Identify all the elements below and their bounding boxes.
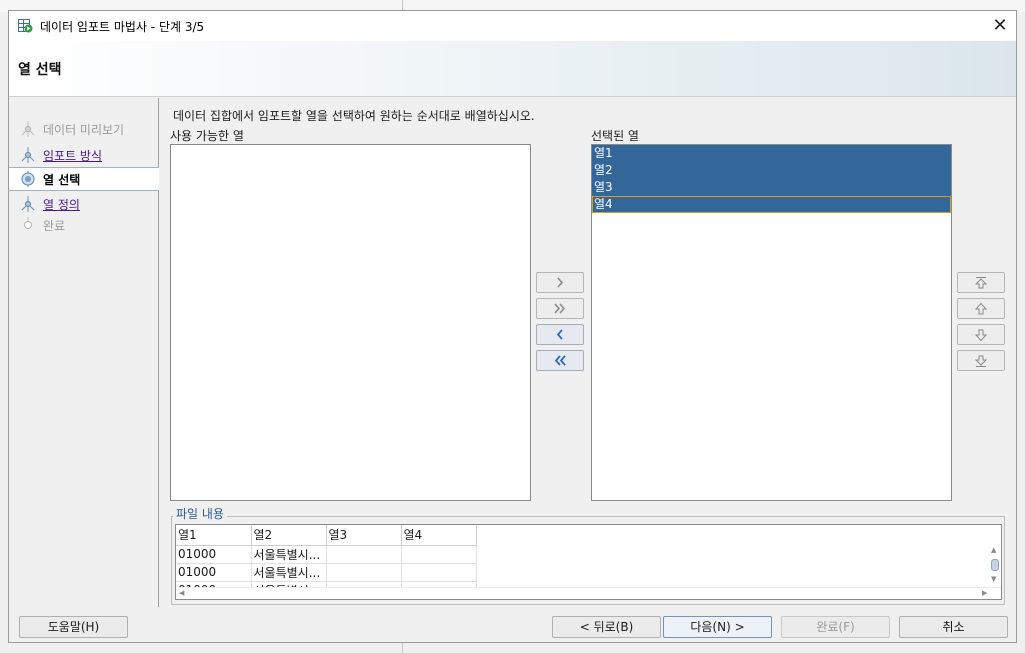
- table-cell: 서울특별시...: [251, 545, 327, 564]
- finish-button: 완료(F): [781, 616, 890, 638]
- move-bottom-button[interactable]: [957, 350, 1005, 371]
- file-content-legend: 파일 내용: [173, 505, 227, 522]
- move-down-button[interactable]: [957, 324, 1005, 345]
- step-column-select: 열 선택: [9, 167, 159, 191]
- scroll-down-icon[interactable]: ▼: [991, 575, 996, 583]
- back-button[interactable]: < 뒤로(B): [552, 616, 661, 638]
- list-item[interactable]: 열1: [592, 145, 951, 162]
- arrow-up-icon: [974, 302, 988, 315]
- scroll-up-icon[interactable]: ▲: [991, 546, 996, 554]
- background-line: [402, 643, 403, 653]
- column-header[interactable]: 열1: [176, 525, 252, 546]
- step-label[interactable]: 열 정의: [43, 196, 80, 213]
- chevron-left-icon: [556, 329, 563, 340]
- available-columns-label: 사용 가능한 열: [170, 129, 244, 143]
- add-button[interactable]: [536, 272, 584, 293]
- arrow-down-icon: [974, 329, 988, 342]
- background-line: [402, 0, 403, 10]
- close-button[interactable]: ✕: [985, 13, 1015, 39]
- step-data-preview: 데이터 미리보기: [9, 118, 159, 140]
- step-navigation: 데이터 미리보기 임포트 방식 열 선택 열 정의 완료: [9, 98, 159, 607]
- chevron-right-icon: [557, 277, 564, 288]
- step-label: 열 선택: [43, 173, 81, 187]
- table-cell: [326, 563, 402, 582]
- scroll-right-icon[interactable]: ▶: [982, 589, 987, 597]
- step-label: 완료: [43, 219, 66, 233]
- selected-columns-label: 선택된 열: [591, 129, 639, 143]
- step-import-method[interactable]: 임포트 방식: [9, 144, 159, 166]
- column-header[interactable]: 열2: [251, 525, 327, 546]
- file-content-grid[interactable]: 열1 열2 열3 열4 01000 서울특별시... 01000 서울특별시..…: [175, 524, 1002, 600]
- table-cell: [401, 545, 477, 564]
- scroll-left-icon[interactable]: ◀: [179, 589, 184, 597]
- available-columns-list[interactable]: [170, 144, 531, 501]
- import-wizard-icon: [18, 19, 33, 33]
- next-button[interactable]: 다음(N) >: [663, 616, 772, 638]
- remove-all-button[interactable]: [536, 350, 584, 371]
- step-visited-icon: [21, 196, 35, 212]
- move-top-button[interactable]: [957, 272, 1005, 293]
- move-up-button[interactable]: [957, 298, 1005, 319]
- table-cell: 서울특별시...: [251, 563, 327, 582]
- horizontal-scrollbar[interactable]: ◀ ▶: [176, 587, 1001, 599]
- table-cell: [326, 545, 402, 564]
- step-label: 데이터 미리보기: [43, 123, 125, 137]
- vertical-scrollbar[interactable]: ▲ ▼: [988, 545, 1001, 587]
- selected-columns-list[interactable]: 열1 열2 열3 열4: [591, 144, 952, 501]
- column-header[interactable]: 열4: [401, 525, 477, 546]
- wizard-window: 데이터 임포트 마법사 - 단계 3/5 ✕ 열 선택 데이터 미리보기 임포트…: [8, 10, 1017, 643]
- add-all-button[interactable]: [536, 298, 584, 319]
- close-icon: ✕: [992, 15, 1008, 36]
- window-title: 데이터 임포트 마법사 - 단계 3/5: [40, 20, 205, 34]
- instruction-text: 데이터 집합에서 임포트할 열을 선택하여 원하는 순서대로 배열하십시오.: [173, 109, 535, 123]
- list-item[interactable]: 열3: [592, 179, 951, 196]
- page-title: 열 선택: [18, 62, 62, 78]
- step-finish: 완료: [9, 214, 159, 236]
- scroll-thumb[interactable]: [991, 559, 999, 571]
- step-label[interactable]: 임포트 방식: [43, 147, 102, 164]
- step-current-icon: [21, 171, 35, 187]
- double-chevron-left-icon: [554, 355, 566, 366]
- arrow-top-icon: [974, 277, 988, 289]
- list-item[interactable]: 열2: [592, 162, 951, 179]
- arrow-bottom-icon: [974, 355, 988, 367]
- step-visited-icon: [21, 147, 35, 163]
- title-bar: 데이터 임포트 마법사 - 단계 3/5 ✕: [9, 11, 1016, 41]
- table-cell: [401, 563, 477, 582]
- page-header: 열 선택: [9, 41, 1016, 97]
- cancel-button[interactable]: 취소: [899, 616, 1008, 638]
- step-column-define[interactable]: 열 정의: [9, 193, 159, 215]
- step-pending-icon: [24, 217, 32, 229]
- list-item[interactable]: 열4: [592, 196, 951, 213]
- remove-button[interactable]: [536, 324, 584, 345]
- table-cell: 01000: [176, 563, 252, 582]
- step-done-icon: [21, 121, 35, 137]
- table-row[interactable]: 01000 서울특별시...: [176, 563, 477, 582]
- double-chevron-right-icon: [554, 303, 566, 314]
- table-header-row: 열1 열2 열3 열4: [176, 525, 477, 546]
- column-header[interactable]: 열3: [326, 525, 402, 546]
- help-button[interactable]: 도움말(H): [19, 616, 128, 638]
- table-row[interactable]: 01000 서울특별시...: [176, 545, 477, 564]
- table-cell: 01000: [176, 545, 252, 564]
